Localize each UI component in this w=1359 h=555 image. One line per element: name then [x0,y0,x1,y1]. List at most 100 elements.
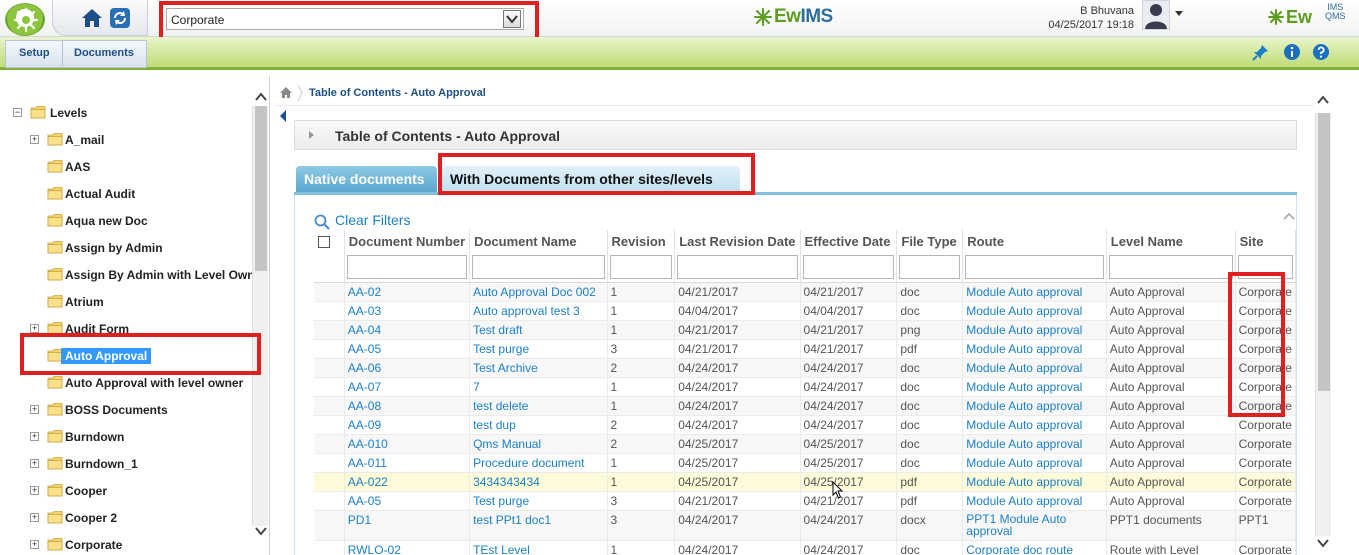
table-cell[interactable]: Procedure document [469,453,608,473]
chevron-up-icon[interactable] [253,90,269,102]
table-row[interactable]: RWLO-02 TEst Level 1 04/24/2017 04/24/2017 do… [314,540,1296,555]
table-cell[interactable]: test PPt1 doc1 [469,510,608,541]
filter-document-number[interactable] [346,254,468,279]
table-cell[interactable]: AA-06 [344,358,471,378]
table-cell[interactable]: Test Archive [469,358,608,378]
table-cell[interactable]: Qms Manual [469,434,608,454]
table-cell[interactable]: AA-02 [344,282,471,302]
table-row[interactable]: AA-011 Procedure document 1 04/25/2017 04/25… [314,453,1296,473]
tree-item[interactable]: + BOSS Documents [30,401,255,421]
tab-native-documents[interactable]: Native documents [296,166,437,192]
filter-revision[interactable] [609,254,673,279]
table-row[interactable]: AA-08 test delete 1 04/24/2017 04/24/2017 doc… [314,396,1296,416]
table-row[interactable]: AA-06 Test Archive 2 04/24/2017 04/24/2017 do… [314,358,1296,378]
table-cell[interactable]: 3434343434 [469,472,608,492]
expand-icon[interactable]: + [30,540,39,549]
expand-icon[interactable]: + [30,432,39,441]
table-cell[interactable]: AA-011 [344,453,471,473]
table-row[interactable]: AA-010 Qms Manual 2 04/25/2017 04/25/2017 doc… [314,434,1296,454]
tree-item[interactable]: + Audit Form [30,320,255,340]
col-file-type[interactable]: File Type [896,230,964,252]
select-all-checkbox[interactable] [318,236,330,249]
row-select-cell[interactable] [314,282,345,302]
table-cell[interactable]: Module Auto approval [962,453,1107,473]
expand-icon[interactable]: + [30,459,39,468]
collapse-left-icon[interactable] [280,110,286,122]
user-menu-caret-icon[interactable] [1175,11,1183,16]
col-document-number[interactable]: Document Number [344,230,471,252]
table-cell[interactable]: Module Auto approval [962,472,1107,492]
filter-route[interactable] [965,254,1104,279]
table-cell[interactable]: 7 [469,377,608,397]
table-row[interactable]: AA-02 Auto Approval Doc 002 1 04/21/2017 04/… [314,282,1296,302]
table-cell[interactable]: AA-022 [344,472,471,492]
table-cell[interactable]: AA-010 [344,434,471,454]
row-select-cell[interactable] [314,434,345,454]
table-row[interactable]: AA-05 Test purge 3 04/21/2017 04/21/2017 pdf M… [314,339,1296,359]
tree-item[interactable]: Assign by Admin [30,239,255,259]
tree-item[interactable]: Assign By Admin with Level Owner [30,266,266,286]
info-icon[interactable] [1283,43,1301,61]
filter-last-revision-date[interactable] [677,254,798,279]
filter-site[interactable] [1237,254,1293,279]
tree-root-levels[interactable]: − Levels [13,104,243,124]
tree-item[interactable]: + A_mail [30,131,255,151]
breadcrumb-home-icon[interactable] [279,86,293,99]
content-scrollbar[interactable] [1315,113,1331,536]
tree-item[interactable]: AAS [30,158,255,178]
col-level-name[interactable]: Level Name [1106,230,1236,252]
table-cell[interactable]: AA-08 [344,396,471,416]
table-row[interactable]: AA-05 Test purge 3 04/21/2017 04/21/2017 pdf M… [314,491,1296,511]
menu-documents[interactable]: Documents [74,47,134,59]
tree-scroll-thumb[interactable] [255,106,267,271]
tree-item[interactable]: + Burndown_1 [30,455,255,475]
menu-setup[interactable]: Setup [19,47,50,59]
table-cell[interactable]: Test purge [469,491,608,511]
row-select-cell[interactable] [314,415,345,435]
pin-icon[interactable] [1252,43,1270,61]
table-cell[interactable]: Module Auto approval [962,415,1107,435]
row-select-cell[interactable] [314,396,345,416]
table-cell[interactable]: Corporate doc route [962,540,1107,555]
table-cell[interactable]: PD1 [344,510,471,541]
table-cell[interactable]: Module Auto approval [962,434,1107,454]
table-cell[interactable]: Module Auto approval [962,320,1107,340]
table-cell[interactable]: Auto approval test 3 [469,301,608,321]
table-cell[interactable]: Module Auto approval [962,339,1107,359]
row-select-cell[interactable] [314,510,345,541]
table-cell[interactable]: Module Auto approval [962,377,1107,397]
collapse-icon[interactable]: − [13,108,22,117]
table-cell[interactable]: AA-07 [344,377,471,397]
expand-icon[interactable]: + [30,324,39,333]
col-last-revision-date[interactable]: Last Revision Date [674,230,801,252]
tree-item[interactable]: Atrium [30,293,255,313]
row-select-cell[interactable] [314,339,345,359]
content-scroll-thumb[interactable] [1318,113,1330,391]
clear-filters-link[interactable]: Clear Filters [314,212,410,230]
filter-file-type[interactable] [899,254,961,279]
grid-scroll-up-icon[interactable] [1282,211,1296,221]
tree-item[interactable]: + Cooper 2 [30,509,255,529]
table-cell[interactable]: test dup [469,415,608,435]
expand-icon[interactable]: + [30,513,39,522]
chevron-up-icon[interactable] [1315,93,1331,105]
row-select-cell[interactable] [314,453,345,473]
tree-item[interactable]: Actual Audit [30,185,255,205]
app-logo-icon[interactable] [5,3,45,36]
refresh-icon[interactable] [109,7,131,29]
col-route[interactable]: Route [962,230,1107,252]
tree-item[interactable]: + Cooper [30,482,255,502]
chevron-down-icon[interactable] [253,525,269,537]
home-icon[interactable] [80,6,104,30]
tree-item[interactable]: Auto Approval with level owner [30,374,255,394]
table-cell[interactable]: Module Auto approval [962,396,1107,416]
tree-item[interactable]: + Burndown [30,428,255,448]
expand-icon[interactable]: + [30,486,39,495]
tree-item[interactable]: + Corporate [30,536,255,555]
table-cell[interactable]: Module Auto approval [962,301,1107,321]
table-cell[interactable]: Test draft [469,320,608,340]
table-cell[interactable]: AA-04 [344,320,471,340]
expand-icon[interactable]: + [30,135,39,144]
col-effective-date[interactable]: Effective Date [800,230,898,252]
col-document-name[interactable]: Document Name [469,230,608,252]
